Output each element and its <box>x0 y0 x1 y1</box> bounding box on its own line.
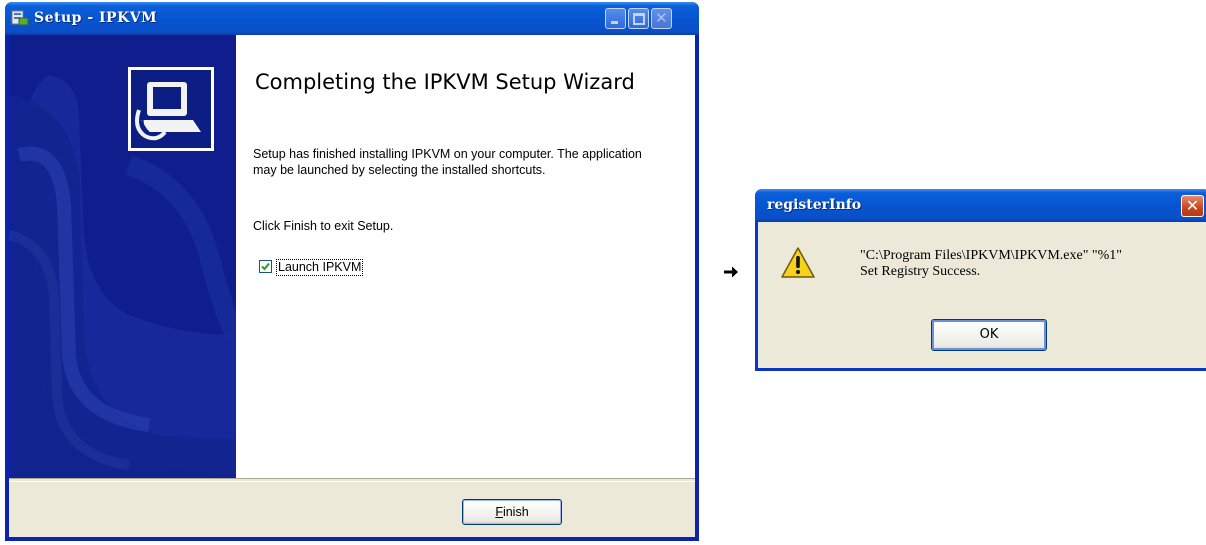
wizard-content: Completing the IPKVM Setup Wizard Setup … <box>236 35 695 478</box>
install-complete-text: Setup has finished installing IPKVM on y… <box>253 147 642 177</box>
launch-checkbox-label[interactable]: Launch IPKVM <box>276 259 364 276</box>
dialog-titlebar[interactable]: registerInfo ✕ <box>755 189 1206 222</box>
computer-install-icon <box>128 67 214 151</box>
register-info-dialog: registerInfo ✕ "C:\Program Files\IPKVM\I… <box>755 189 1206 371</box>
setup-icon <box>11 10 29 26</box>
setup-titlebar[interactable]: Setup - IPKVM ✕ <box>5 2 699 35</box>
exit-instruction-text: Click Finish to exit Setup. <box>253 219 394 233</box>
footer-divider <box>9 478 695 482</box>
wizard-heading: Completing the IPKVM Setup Wizard <box>255 70 635 94</box>
minimize-icon <box>611 21 618 24</box>
registry-status-line: Set Registry Success. <box>860 264 981 279</box>
ok-button[interactable]: OK <box>931 319 1047 351</box>
registry-message: "C:\Program Files\IPKVM\IPKVM.exe" "%1" … <box>860 248 1206 280</box>
wizard-side-graphic <box>9 35 236 478</box>
arrow-right-icon <box>724 266 738 278</box>
close-icon: ✕ <box>1185 196 1200 215</box>
registry-command-line: "C:\Program Files\IPKVM\IPKVM.exe" "%1" <box>860 248 1123 263</box>
checkmark-icon <box>261 262 270 271</box>
maximize-icon <box>633 13 645 25</box>
finish-label-rest: inish <box>502 505 529 519</box>
warning-icon <box>781 247 815 278</box>
setup-client-area: Completing the IPKVM Setup Wizard Setup … <box>9 35 695 537</box>
dialog-body: "C:\Program Files\IPKVM\IPKVM.exe" "%1" … <box>758 222 1206 368</box>
close-icon: ✕ <box>655 9 668 27</box>
setup-window: Setup - IPKVM ✕ Completing the IPKVM Set… <box>5 2 699 541</box>
dialog-title: registerInfo <box>767 197 862 213</box>
finish-button[interactable]: Finish <box>462 499 562 525</box>
setup-window-title: Setup - IPKVM <box>34 10 158 26</box>
launch-checkbox[interactable] <box>259 260 272 273</box>
minimize-button[interactable] <box>605 8 626 29</box>
dialog-close-button[interactable]: ✕ <box>1181 195 1204 217</box>
maximize-button[interactable] <box>628 8 649 29</box>
close-button-disabled[interactable]: ✕ <box>651 8 672 29</box>
finish-mnemonic: F <box>495 505 503 519</box>
